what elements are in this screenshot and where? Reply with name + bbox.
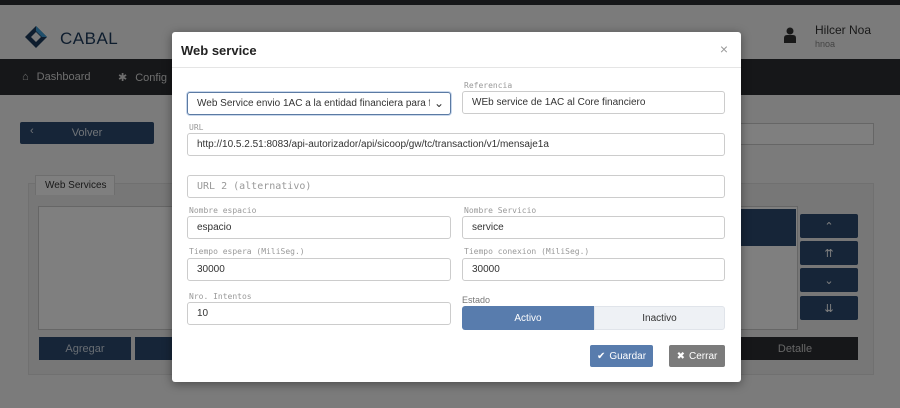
modal-title: Web service — [181, 43, 257, 58]
nombre-espacio-field[interactable]: espacio — [187, 216, 451, 239]
modal-header: Web service × — [172, 32, 741, 68]
referencia-field[interactable]: WEb service de 1AC al Core financiero — [462, 91, 725, 114]
web-service-modal: Web service × Web Service envio 1AC a la… — [172, 32, 741, 382]
url-label: URL — [189, 123, 204, 132]
estado-label: Estado — [462, 295, 491, 305]
close-button[interactable]: ✖ Cerrar — [669, 345, 725, 367]
nombre-servicio-value: service — [472, 222, 504, 233]
select-value: Web Service envio 1AC a la entidad finan… — [197, 98, 437, 109]
tiempo-conexion-label: Tiempo conexion (MiliSeg.) — [464, 247, 590, 256]
url2-placeholder: URL 2 (alternativo) — [197, 181, 312, 192]
referencia-value: WEb service de 1AC al Core financiero — [472, 97, 646, 108]
tiempo-conexion-field[interactable]: 30000 — [462, 258, 725, 281]
url-value: http://10.5.2.51:8083/api-autorizador/ap… — [197, 139, 549, 150]
intentos-label: Nro. Intentos — [189, 292, 252, 301]
tiempo-espera-label: Tiempo espera (MiliSeg.) — [189, 247, 305, 256]
check-icon: ✔ — [596, 350, 606, 362]
nombre-espacio-value: espacio — [197, 222, 232, 233]
close-icon[interactable]: × — [720, 41, 728, 57]
referencia-label: Referencia — [464, 81, 513, 90]
tiempo-espera-value: 30000 — [197, 264, 225, 275]
web-service-select[interactable]: Web Service envio 1AC a la entidad finan… — [187, 92, 451, 115]
intentos-field[interactable]: 10 — [187, 302, 451, 325]
url-field[interactable]: http://10.5.2.51:8083/api-autorizador/ap… — [187, 133, 725, 156]
save-label: Guardar — [609, 350, 647, 362]
close-label: Cerrar — [689, 350, 718, 362]
tiempo-espera-field[interactable]: 30000 — [187, 258, 451, 281]
estado-activo-toggle[interactable]: Activo — [462, 306, 594, 330]
nombre-servicio-label: Nombre Servicio — [464, 206, 537, 215]
save-button[interactable]: ✔ Guardar — [590, 345, 653, 367]
estado-inactivo-toggle[interactable]: Inactivo — [594, 306, 725, 330]
nombre-servicio-field[interactable]: service — [462, 216, 725, 239]
chevron-down-icon: ⌄ — [429, 96, 444, 110]
intentos-value: 10 — [197, 308, 209, 319]
url2-field[interactable]: URL 2 (alternativo) — [187, 175, 725, 198]
nombre-espacio-label: Nombre espacio — [189, 206, 257, 215]
tiempo-conexion-value: 30000 — [472, 264, 500, 275]
times-icon: ✖ — [676, 350, 686, 362]
